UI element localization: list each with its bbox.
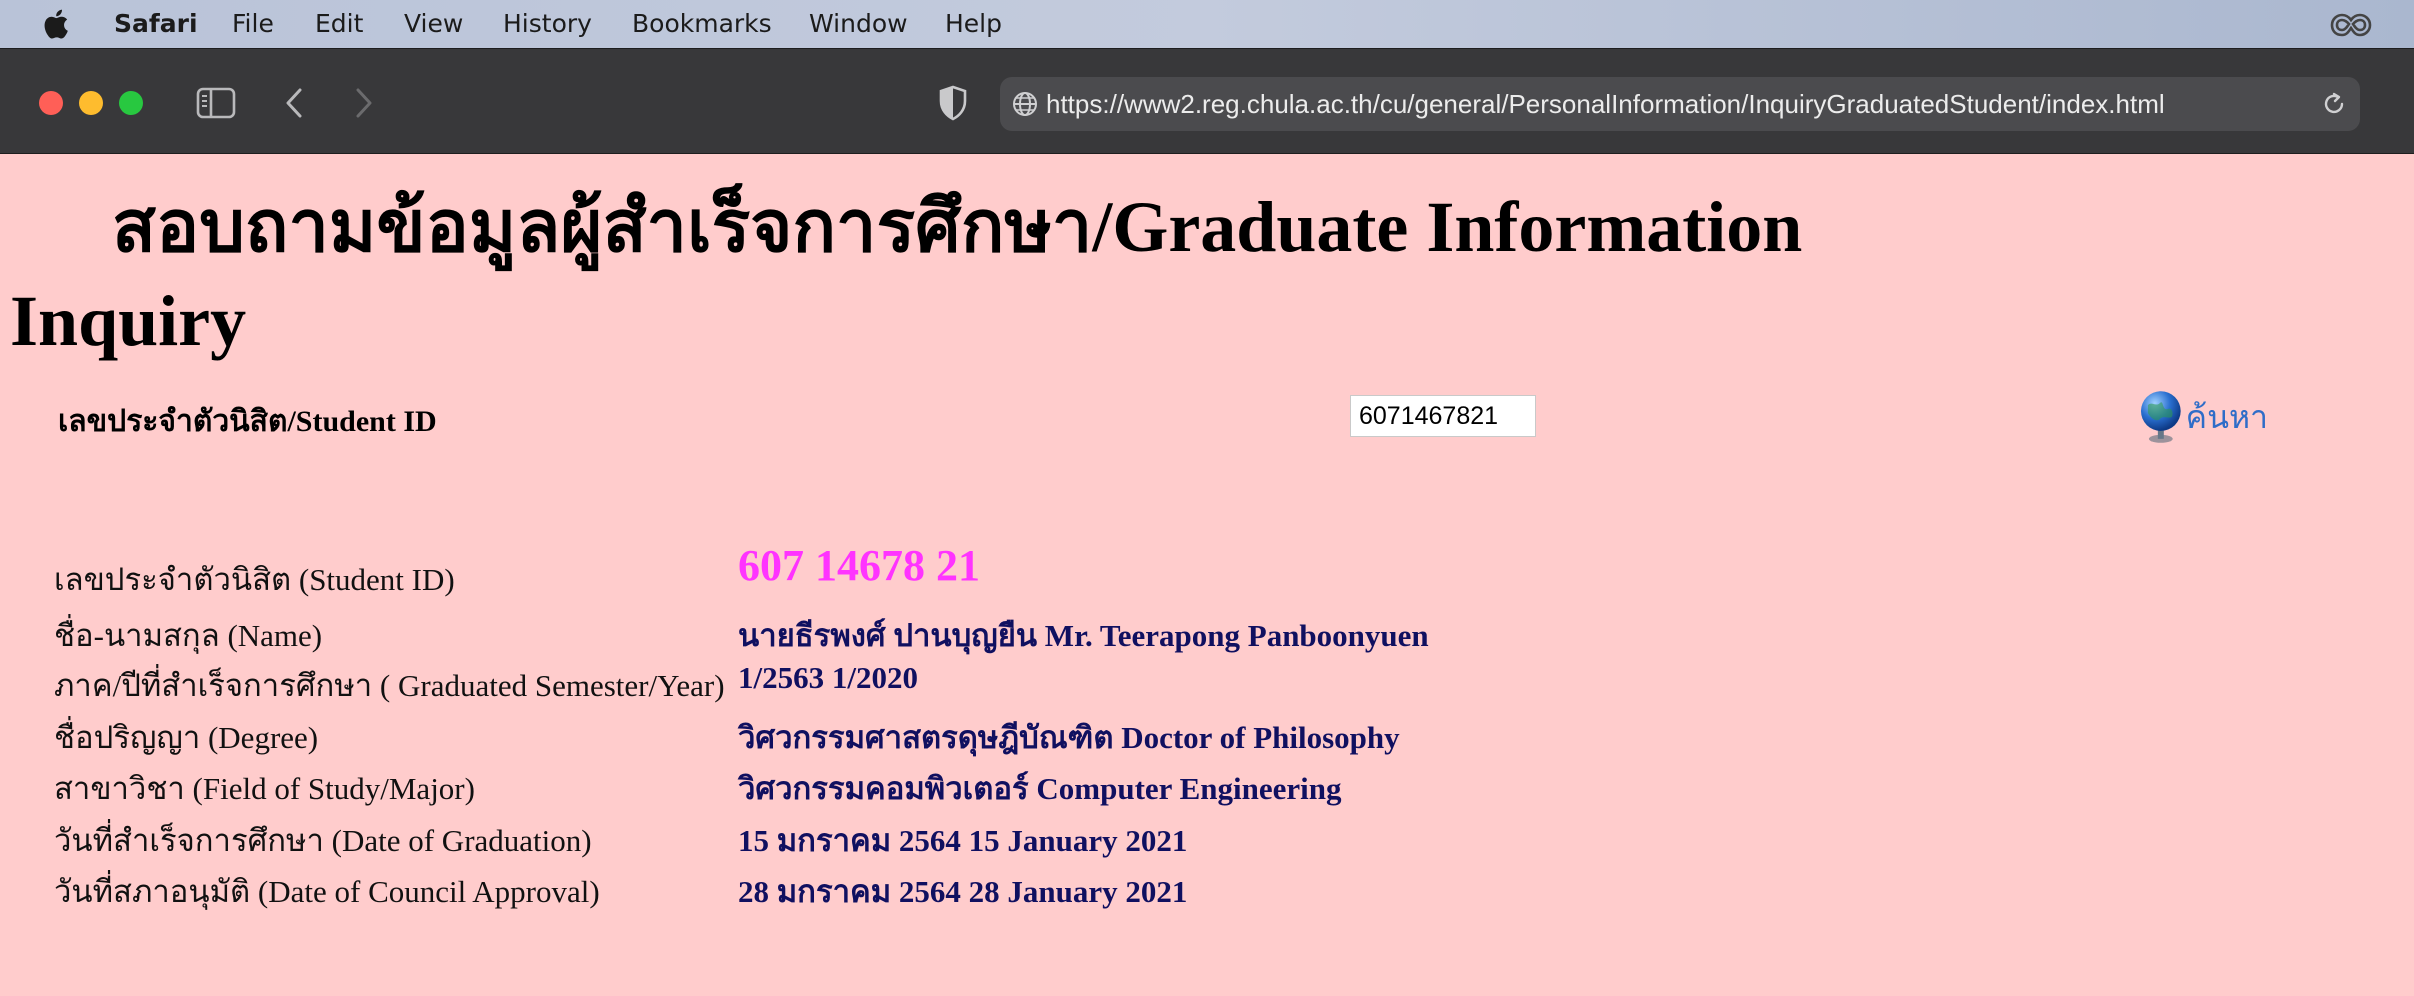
menu-file[interactable]: File [232, 9, 274, 38]
reload-icon[interactable] [2320, 90, 2348, 118]
privacy-shield-icon[interactable] [938, 85, 968, 121]
student-id-input[interactable] [1350, 395, 1536, 437]
creative-cloud-icon[interactable] [2330, 9, 2372, 39]
row-value: 15 มกราคม 2564 15 January 2021 [738, 823, 1188, 858]
row-value: วิศวกรรมศาสตรดุษฎีบัณฑิต Doctor of Philo… [738, 720, 1400, 755]
row-label: ภาค/ปีที่สำเร็จการศึกษา ( Graduated Seme… [54, 668, 725, 703]
close-window-button[interactable] [39, 91, 63, 115]
search-globe-icon [2140, 391, 2181, 443]
url-text[interactable]: https://www2.reg.chula.ac.th/cu/general/… [1046, 89, 2165, 120]
sidebar-icon[interactable] [196, 87, 236, 119]
menu-window[interactable]: Window [809, 9, 908, 38]
info-row-date-of-council-approval: วันที่สภาอนุมัติ (Date of Council Approv… [54, 866, 1554, 912]
back-icon[interactable] [282, 86, 306, 120]
apple-icon[interactable] [40, 8, 70, 40]
info-row-field-of-study: สาขาวิชา (Field of Study/Major) วิศวกรรม… [54, 763, 1554, 809]
globe-icon [1013, 92, 1037, 116]
row-label: ชื่อ-นามสกุล (Name) [54, 618, 323, 653]
menu-safari[interactable]: Safari [114, 9, 198, 38]
info-row-name: ชื่อ-นามสกุล (Name) นายธีรพงศ์ ปานบุญยืน… [54, 610, 1554, 656]
info-row-student-id: เลขประจำตัวนิสิต (Student ID) 607 14678 … [54, 541, 1554, 600]
row-label: วันที่สภาอนุมัติ (Date of Council Approv… [54, 874, 600, 909]
info-row-date-of-graduation: วันที่สำเร็จการศึกษา (Date of Graduation… [54, 815, 1554, 861]
menu-history[interactable]: History [503, 9, 592, 38]
search-button-label[interactable]: ค้นหา [2186, 392, 2268, 443]
row-label: ชื่อปริญญา (Degree) [54, 720, 319, 755]
minimize-window-button[interactable] [79, 91, 103, 115]
zoom-window-button[interactable] [119, 91, 143, 115]
browser-toolbar: https://www2.reg.chula.ac.th/cu/general/… [0, 48, 2414, 154]
search-button[interactable]: ค้นหา [2138, 388, 2268, 446]
row-value: 607 14678 21 [738, 541, 980, 590]
row-value: นายธีรพงศ์ ปานบุญยืน Mr. Teerapong Panbo… [738, 618, 1429, 653]
info-row-graduated-semester: ภาค/ปีที่สำเร็จการศึกษา ( Graduated Seme… [54, 660, 1554, 706]
row-value: 1/2563 1/2020 [738, 660, 918, 695]
row-label: สาขาวิชา (Field of Study/Major) [54, 771, 475, 806]
menu-bar: Safari File Edit View History Bookmarks … [0, 0, 2414, 48]
row-value: 28 มกราคม 2564 28 January 2021 [738, 874, 1188, 909]
menu-bookmarks[interactable]: Bookmarks [632, 9, 772, 38]
menu-help[interactable]: Help [945, 9, 1002, 38]
info-row-degree: ชื่อปริญญา (Degree) วิศวกรรมศาสตรดุษฎีบั… [54, 712, 1554, 758]
menu-view[interactable]: View [404, 9, 463, 38]
forward-icon[interactable] [352, 86, 376, 120]
student-id-label: เลขประจำตัวนิสิต/Student ID [58, 405, 437, 438]
menu-edit[interactable]: Edit [315, 9, 363, 38]
row-label: เลขประจำตัวนิสิต (Student ID) [54, 562, 455, 597]
row-label: วันที่สำเร็จการศึกษา (Date of Graduation… [54, 823, 592, 858]
page-title: สอบถามข้อมูลผู้สำเร็จการศึกษา/Graduate I… [10, 187, 1803, 361]
address-bar[interactable]: https://www2.reg.chula.ac.th/cu/general/… [1000, 77, 2360, 131]
row-value: วิศวกรรมคอมพิวเตอร์ Computer Engineering [738, 771, 1342, 806]
